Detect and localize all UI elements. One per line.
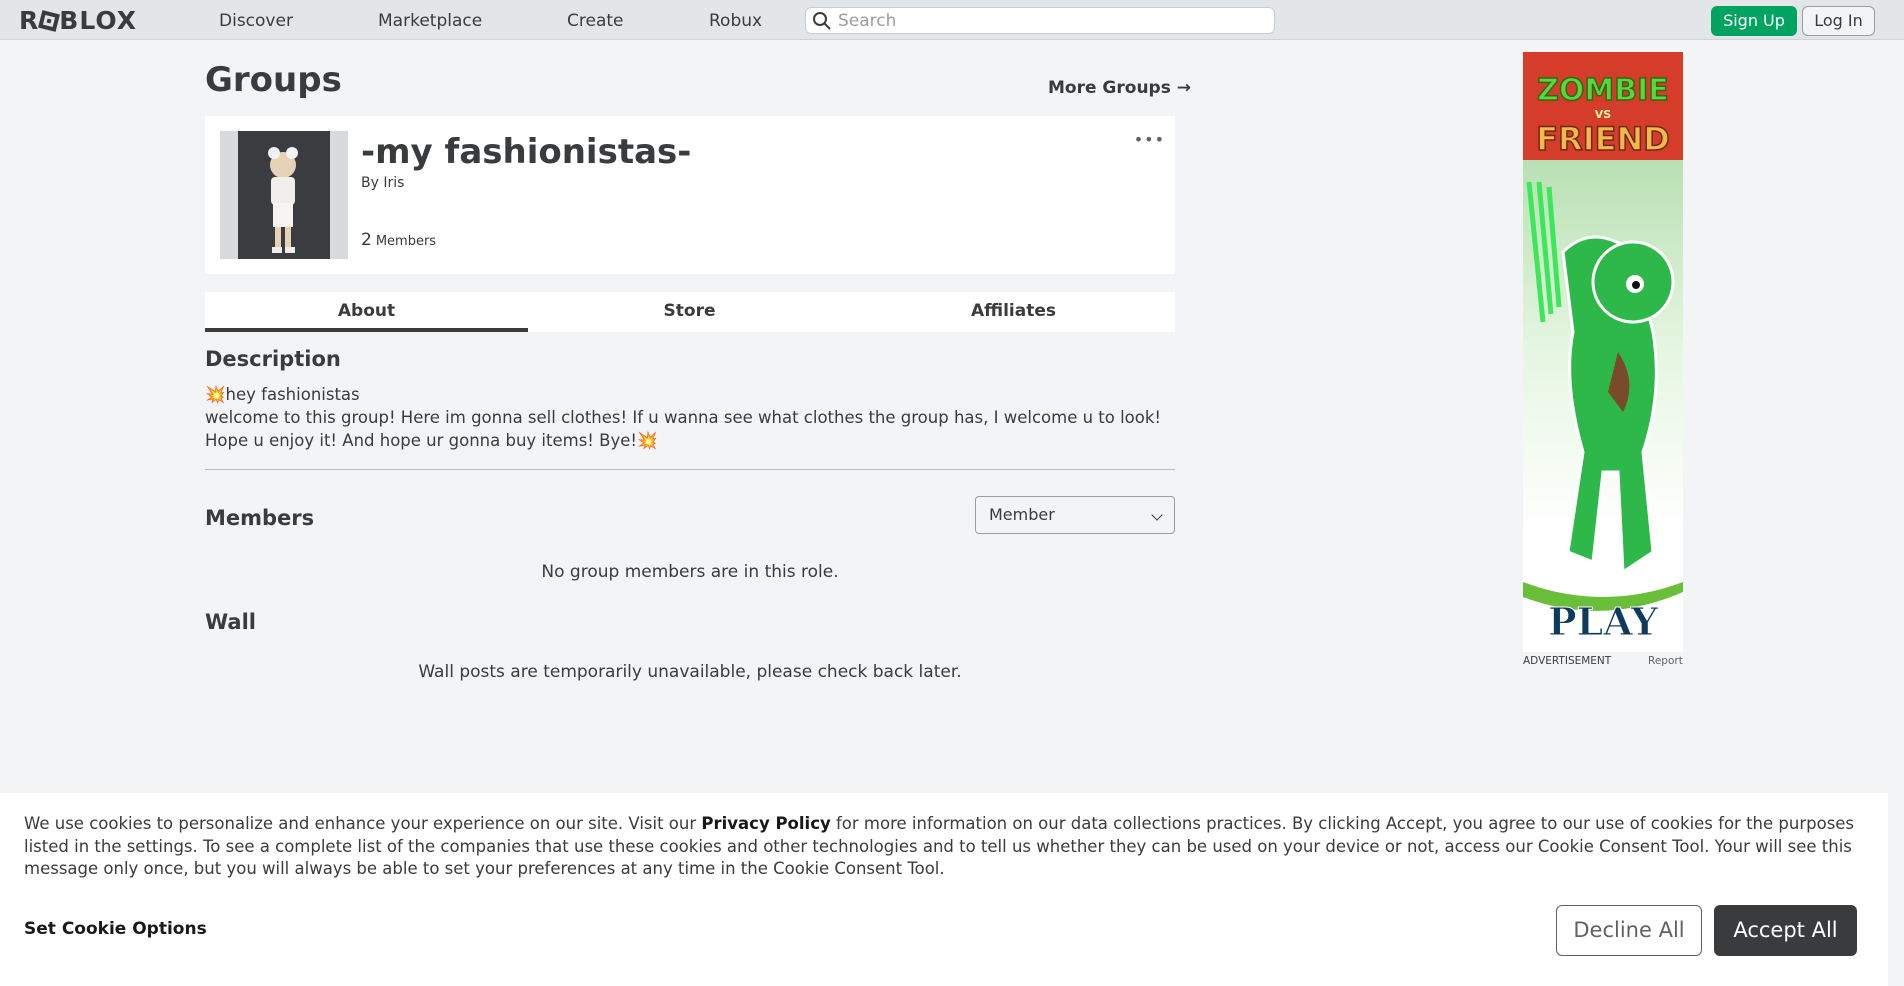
decline-all-button[interactable]: Decline All bbox=[1556, 905, 1702, 956]
group-name: -my fashionistas- bbox=[361, 132, 692, 172]
search-box[interactable] bbox=[805, 7, 1275, 34]
advertisement-banner[interactable]: ZOMBIE VS FRIEND PLAY bbox=[1523, 52, 1683, 652]
ad-play-label: PLAY bbox=[1548, 599, 1659, 644]
nav-marketplace[interactable]: Marketplace bbox=[378, 11, 482, 31]
search-input[interactable] bbox=[838, 10, 1258, 31]
by-label: By bbox=[361, 175, 379, 191]
cookie-banner: We use cookies to personalize and enhanc… bbox=[0, 793, 1888, 986]
nav-create[interactable]: Create bbox=[567, 11, 624, 31]
role-dropdown-value: Member bbox=[989, 505, 1055, 524]
more-options-icon[interactable]: ••• bbox=[1134, 130, 1165, 149]
top-nav: R BLOX Discover Marketplace Create Robux … bbox=[0, 0, 1904, 40]
members-empty-message: No group members are in this role. bbox=[541, 562, 839, 582]
nav-discover[interactable]: Discover bbox=[219, 11, 293, 31]
ad-artwork: ZOMBIE VS FRIEND PLAY bbox=[1523, 52, 1683, 652]
avatar-image bbox=[238, 131, 330, 259]
search-icon bbox=[813, 12, 831, 30]
member-count-value: 2 bbox=[361, 230, 372, 250]
set-cookie-options-link[interactable]: Set Cookie Options bbox=[24, 919, 207, 939]
advertisement-label: ADVERTISEMENT bbox=[1523, 655, 1612, 667]
roblox-logo[interactable]: R BLOX bbox=[19, 6, 137, 35]
accept-all-button[interactable]: Accept All bbox=[1714, 905, 1857, 956]
group-emblem bbox=[220, 131, 348, 259]
tab-affiliates[interactable]: Affiliates bbox=[852, 292, 1175, 332]
page-scrollbar[interactable] bbox=[1888, 40, 1904, 986]
report-ad-link[interactable]: Report bbox=[1648, 655, 1683, 667]
description-line-2: welcome to this group! Here im gonna sel… bbox=[205, 408, 1162, 450]
tab-about[interactable]: About bbox=[205, 292, 528, 332]
page-title: Groups bbox=[205, 60, 342, 100]
cookie-text-start: We use cookies to personalize and enhanc… bbox=[24, 814, 702, 833]
group-tabs: About Store Affiliates bbox=[205, 292, 1175, 332]
group-description: 💥hey fashionistas welcome to this group!… bbox=[205, 383, 1175, 452]
member-count: 2 Members bbox=[361, 230, 436, 250]
description-line-1: 💥hey fashionistas bbox=[205, 385, 360, 404]
log-in-button[interactable]: Log In bbox=[1802, 6, 1875, 36]
members-heading: Members bbox=[205, 506, 315, 530]
ad-title-bottom: FRIEND bbox=[1536, 120, 1670, 158]
role-dropdown[interactable]: Member bbox=[975, 496, 1175, 534]
divider bbox=[205, 469, 1175, 470]
more-groups-link[interactable]: More Groups → bbox=[1048, 78, 1191, 98]
sign-up-button[interactable]: Sign Up bbox=[1711, 6, 1797, 36]
wall-heading: Wall bbox=[205, 610, 256, 634]
owner-link[interactable]: Iris bbox=[383, 175, 404, 191]
privacy-policy-link[interactable]: Privacy Policy bbox=[701, 814, 830, 833]
chevron-down-icon bbox=[1151, 509, 1163, 521]
wall-unavailable-message: Wall posts are temporarily unavailable, … bbox=[418, 662, 962, 682]
avatar-figure bbox=[238, 131, 330, 259]
logo-o-icon bbox=[38, 10, 61, 32]
nav-robux[interactable]: Robux bbox=[709, 11, 762, 31]
ad-title-top: ZOMBIE bbox=[1537, 73, 1669, 108]
group-header-card: -my fashionistas- By Iris 2 Members ••• bbox=[205, 116, 1175, 274]
cookie-message: We use cookies to personalize and enhanc… bbox=[24, 813, 1869, 881]
description-heading: Description bbox=[205, 347, 341, 371]
member-count-label: Members bbox=[375, 234, 437, 249]
group-owner: By Iris bbox=[361, 175, 404, 191]
tab-store[interactable]: Store bbox=[528, 292, 851, 332]
